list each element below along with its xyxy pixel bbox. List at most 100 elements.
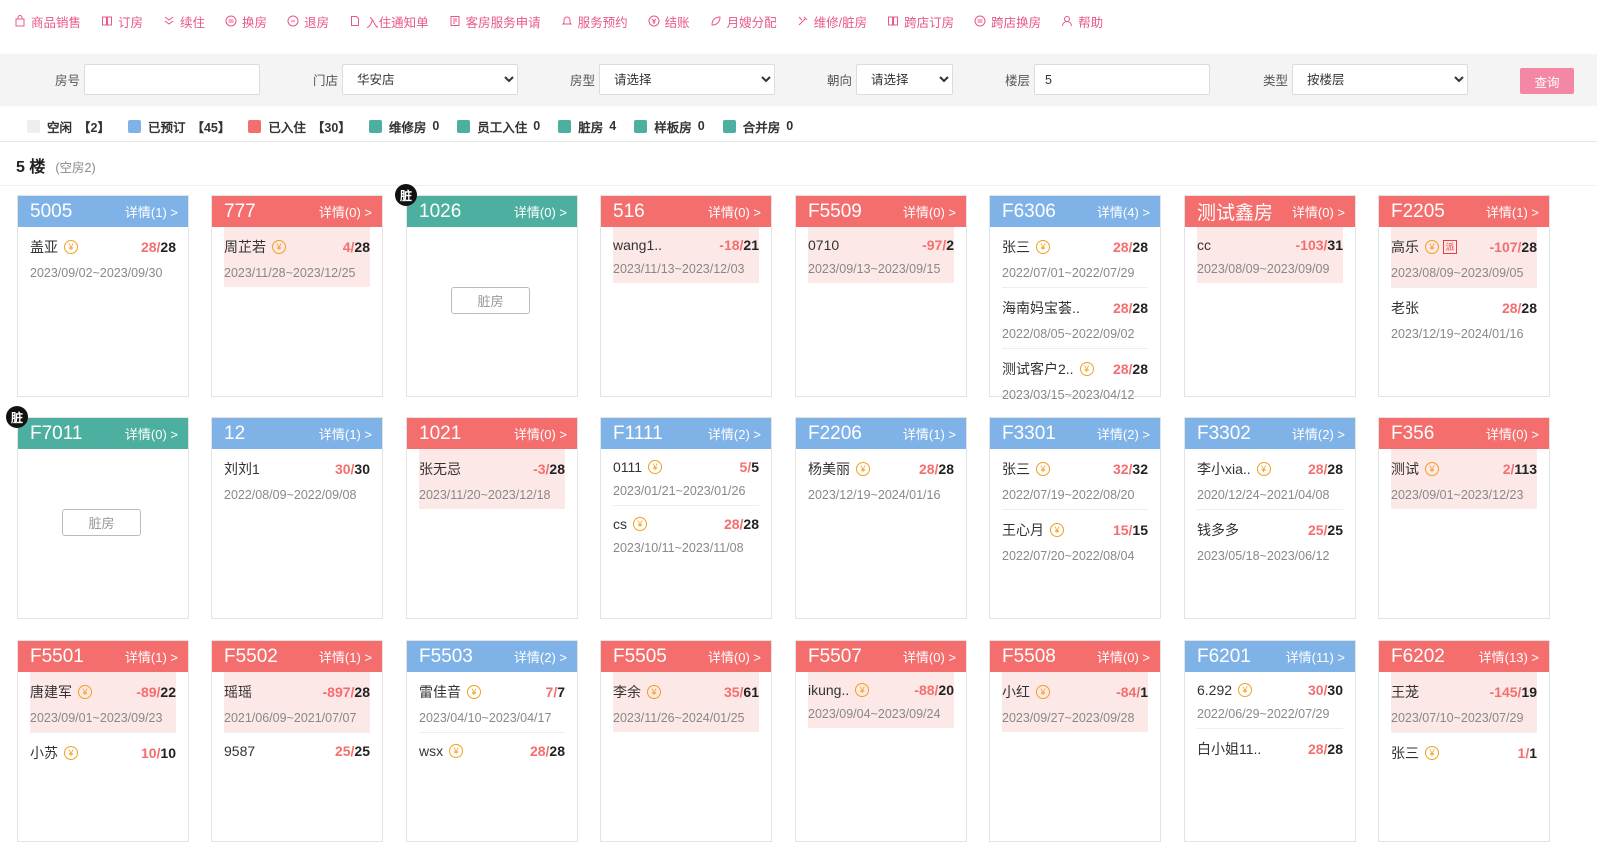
guest-entry[interactable]: 白小姐11.. 28/28 [1197, 729, 1343, 766]
toolbar-item-4[interactable]: 换房 [225, 12, 267, 31]
room-card[interactable]: F5507 详情(0) > ikung.. ¥ -88/20 2023/09/04~202… [795, 640, 967, 842]
toolbar-item-3[interactable]: 续住 [163, 12, 205, 31]
room-detail-link[interactable]: 详情(0) > [1097, 647, 1150, 666]
guest-entry[interactable]: 张三 ¥1/1 [1391, 733, 1537, 770]
floor-input[interactable] [1034, 64, 1210, 95]
guest-entry[interactable]: 9587 25/25 [224, 733, 370, 766]
room-detail-link[interactable]: 详情(0) > [125, 424, 178, 443]
guest-entry[interactable]: cs ¥28/28 2023/10/11~2023/11/08 [613, 506, 759, 562]
guest-entry[interactable]: 刘刘1 30/30 2022/08/09~2022/09/08 [224, 449, 370, 509]
guest-entry[interactable]: 0710 -97/2 2023/09/13~2023/09/15 [808, 227, 954, 283]
room-detail-link[interactable]: 详情(11) > [1286, 647, 1345, 666]
toolbar-item-6[interactable]: 入住通知单 [349, 12, 429, 31]
room-detail-link[interactable]: 详情(2) > [1097, 424, 1150, 443]
query-button[interactable]: 查询 [1520, 68, 1574, 94]
guest-entry[interactable]: 王心月 ¥15/15 2022/07/20~2022/08/04 [1002, 510, 1148, 570]
room-card[interactable]: F5508 详情(0) > 小红 ¥ -84/1 2023/09/27~2023/09/2… [989, 640, 1161, 842]
room-card[interactable]: F3301 详情(2) > 张三 ¥32/32 2022/07/19~2022/08/2… [989, 417, 1161, 619]
room-detail-link[interactable]: 详情(0) > [1292, 202, 1345, 221]
room-detail-link[interactable]: 详情(1) > [125, 202, 178, 221]
room-card[interactable]: 5005 详情(1) > 盖亚 ¥28/28 2023/09/02~2023/09/30 [17, 195, 189, 397]
guest-entry[interactable]: 测试客户2.. ¥28/28 2023/03/15~2023/04/12 [1002, 349, 1148, 409]
guest-entry[interactable]: 测试 ¥2/113 2023/09/01~2023/12/23 [1391, 449, 1537, 509]
dirty-room-button[interactable]: 脏房 [451, 287, 530, 314]
room-detail-link[interactable]: 详情(0) > [708, 647, 761, 666]
guest-entry[interactable]: 6.292 ¥30/30 2022/06/29~2022/07/29 [1197, 672, 1343, 729]
room-detail-link[interactable]: 详情(2) > [708, 424, 761, 443]
toolbar-item-8[interactable]: 服务预约 [561, 12, 628, 31]
room-card[interactable]: 516 详情(0) > wang1.. -18/21 2023/11/13~2023/1… [600, 195, 772, 397]
room-card[interactable]: F2206 详情(1) > 杨美丽 ¥28/28 2023/12/19~2024/01/… [795, 417, 967, 619]
guest-entry[interactable]: 张三 ¥32/32 2022/07/19~2022/08/20 [1002, 449, 1148, 510]
room-card[interactable]: F6306 详情(4) > 张三 ¥28/28 2022/07/01~2022/07/2… [989, 195, 1161, 402]
guest-entry[interactable]: 老张 28/28 2023/12/19~2024/01/16 [1391, 288, 1537, 348]
legend-item[interactable]: 已入住 【30】 [248, 117, 351, 136]
room-detail-link[interactable]: 详情(1) > [903, 424, 956, 443]
legend-item[interactable]: 合并房 0 [722, 117, 793, 136]
toolbar-item-1[interactable]: 商品销售 [14, 12, 81, 31]
guest-entry[interactable]: 唐建军 ¥ -89/22 2023/09/01~2023/09/23 [30, 672, 176, 733]
guest-entry[interactable]: 高乐 ¥ 派 -107/28 2023/08/09~2023/09/05 [1391, 227, 1537, 288]
guest-entry[interactable]: 李小xia.. ¥28/28 2020/12/24~2021/04/08 [1197, 449, 1343, 510]
room-detail-link[interactable]: 详情(0) > [514, 202, 567, 221]
room-card[interactable]: F356 详情(0) > 测试 ¥2/113 2023/09/01~2023/12/23 [1378, 417, 1550, 619]
guest-entry[interactable]: 杨美丽 ¥28/28 2023/12/19~2024/01/16 [808, 449, 954, 509]
room-detail-link[interactable]: 详情(0) > [903, 647, 956, 666]
legend-item[interactable]: 空闲 【2】 [27, 117, 110, 136]
room-detail-link[interactable]: 详情(1) > [125, 647, 178, 666]
guest-entry[interactable]: 钱多多 25/25 2023/05/18~2023/06/12 [1197, 510, 1343, 570]
room-card[interactable]: 777 详情(0) > 周芷若 ¥4/28 2023/11/28~2023/12/25 [211, 195, 383, 397]
guest-entry[interactable]: 雷佳音 ¥7/7 2023/04/10~2023/04/17 [419, 672, 565, 733]
room-card[interactable]: 测试鑫房 详情(0) > cc -103/31 2023/08/09~2023/09/0… [1184, 195, 1356, 397]
legend-item[interactable]: 脏房 4 [558, 117, 616, 136]
room-card[interactable]: F1111 详情(2) > 0111 ¥5/5 2023/01/21~2023/01/2… [600, 417, 772, 619]
room-type-select[interactable]: 请选择 [599, 64, 775, 95]
room-card[interactable]: 1021 详情(0) > 张无忌 -3/28 2023/11/20~2023/12/18 [406, 417, 578, 619]
legend-item[interactable]: 维修房 0 [368, 117, 439, 136]
room-detail-link[interactable]: 详情(2) > [514, 647, 567, 666]
toolbar-item-5[interactable]: 退房 [287, 12, 329, 31]
room-card[interactable]: F7011 详情(0) > 脏房 [17, 417, 189, 619]
room-no-input[interactable] [84, 64, 260, 95]
room-detail-link[interactable]: 详情(2) > [1292, 424, 1345, 443]
room-detail-link[interactable]: 详情(0) > [708, 202, 761, 221]
room-card[interactable]: F3302 详情(2) > 李小xia.. ¥28/28 2020/12/24~2021… [1184, 417, 1356, 619]
guest-entry[interactable]: 李余 ¥35/61 2023/11/26~2024/01/25 [613, 672, 759, 732]
room-card[interactable]: F5501 详情(1) > 唐建军 ¥ -89/22 2023/09/01~2023/09… [17, 640, 189, 842]
room-detail-link[interactable]: 详情(4) > [1097, 202, 1150, 221]
toolbar-item-11[interactable]: 维修/脏房 [797, 12, 867, 31]
room-detail-link[interactable]: 详情(13) > [1479, 647, 1539, 666]
room-card[interactable]: F6202 详情(13) > 王茏 -145/19 2023/07/10~2023/07… [1378, 640, 1550, 842]
room-detail-link[interactable]: 详情(0) > [514, 424, 567, 443]
orientation-select[interactable]: 请选择 [856, 64, 953, 95]
room-card[interactable]: F5505 详情(0) > 李余 ¥35/61 2023/11/26~2024/01/2… [600, 640, 772, 842]
room-card[interactable]: F5509 详情(0) > 0710 -97/2 2023/09/13~2023/09/… [795, 195, 967, 397]
guest-entry[interactable]: cc -103/31 2023/08/09~2023/09/09 [1197, 227, 1343, 283]
room-detail-link[interactable]: 详情(0) > [1486, 424, 1539, 443]
guest-entry[interactable]: 王茏 -145/19 2023/07/10~2023/07/29 [1391, 672, 1537, 733]
legend-item[interactable]: 样板房 0 [634, 117, 705, 136]
guest-entry[interactable]: 0111 ¥5/5 2023/01/21~2023/01/26 [613, 449, 759, 506]
room-detail-link[interactable]: 详情(1) > [1486, 202, 1539, 221]
toolbar-item-7[interactable]: 客房服务申请 [449, 12, 541, 31]
room-card[interactable]: F2205 详情(1) > 高乐 ¥ 派 -107/28 2023/08/09~2023/0… [1378, 195, 1550, 397]
guest-entry[interactable]: 盖亚 ¥28/28 2023/09/02~2023/09/30 [30, 227, 176, 287]
room-card[interactable]: F5503 详情(2) > 雷佳音 ¥7/7 2023/04/10~2023/04/17… [406, 640, 578, 842]
guest-entry[interactable]: 小红 ¥ -84/1 2023/09/27~2023/09/28 [1002, 672, 1148, 732]
store-select[interactable]: 华安店 [342, 64, 518, 95]
guest-entry[interactable]: 小苏 ¥10/10 [30, 733, 176, 770]
toolbar-item-12[interactable]: 跨店订房 [887, 12, 954, 31]
room-detail-link[interactable]: 详情(0) > [903, 202, 956, 221]
room-detail-link[interactable]: 详情(0) > [319, 202, 372, 221]
guest-entry[interactable]: ikung.. ¥ -88/20 2023/09/04~2023/09/24 [808, 672, 954, 728]
type-select[interactable]: 按楼层 [1292, 64, 1468, 95]
room-card[interactable]: 12 详情(1) > 刘刘1 30/30 2022/08/09~2022/09/08 [211, 417, 383, 619]
room-card[interactable]: F6201 详情(11) > 6.292 ¥30/30 2022/06/29~2022/… [1184, 640, 1356, 842]
toolbar-item-2[interactable]: 订房 [101, 12, 143, 31]
room-detail-link[interactable]: 详情(1) > [319, 647, 372, 666]
toolbar-item-14[interactable]: 帮助 [1061, 12, 1103, 31]
legend-item[interactable]: 员工入住 0 [457, 117, 540, 136]
guest-entry[interactable]: 瑶瑶 -897/28 2021/06/09~2021/07/07 [224, 672, 370, 733]
toolbar-item-9[interactable]: 结账 [648, 12, 690, 31]
room-card[interactable]: F5502 详情(1) > 瑶瑶 -897/28 2021/06/09~2021/07/… [211, 640, 383, 842]
